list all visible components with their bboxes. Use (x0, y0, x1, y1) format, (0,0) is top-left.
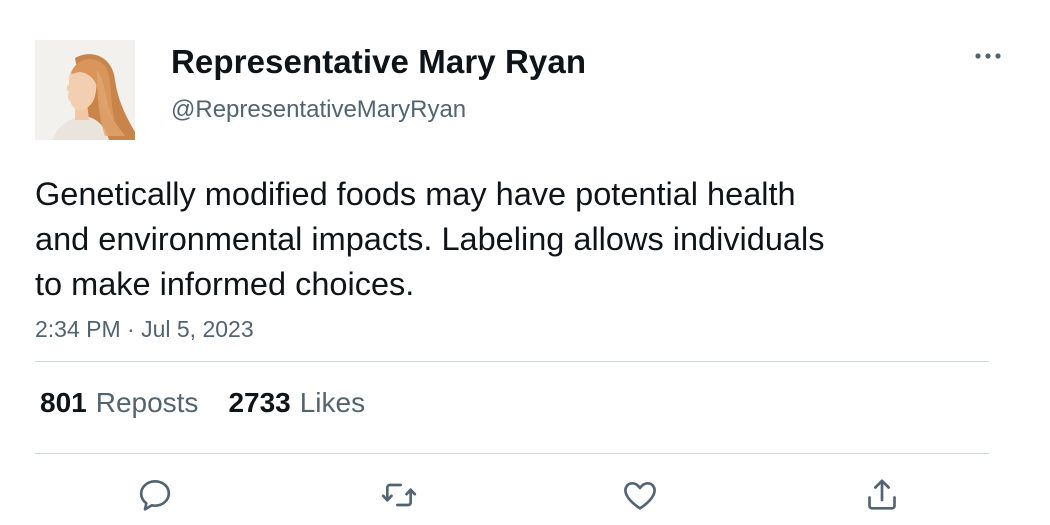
tweet-text: Genetically modified foods may have pote… (35, 176, 825, 302)
repost-button[interactable] (377, 473, 421, 517)
reply-button[interactable] (133, 473, 177, 517)
tweet-timestamp[interactable]: 2:34 PM · Jul 5, 2023 (35, 316, 254, 343)
tweet-card: Representative Mary Ryan @Representative… (0, 0, 1050, 525)
likes-count: 2733 (228, 387, 291, 418)
avatar-image (35, 40, 135, 140)
repost-icon (381, 483, 417, 507)
divider (35, 453, 989, 454)
likes-label: Likes (299, 387, 366, 418)
author-handle[interactable]: @RepresentativeMaryRyan (171, 96, 466, 124)
share-icon (868, 479, 896, 510)
heart-icon (624, 482, 656, 510)
reply-icon (139, 480, 171, 511)
more-icon (975, 53, 1001, 59)
more-options-button[interactable] (970, 44, 1006, 68)
like-button[interactable] (618, 473, 662, 517)
likes-stat[interactable]: 2733 Likes (228, 387, 365, 419)
share-button[interactable] (860, 473, 904, 517)
avatar[interactable] (35, 40, 135, 140)
reposts-stat[interactable]: 801 Reposts (40, 387, 198, 419)
engagement-stats: 801 Reposts 2733 Likes (40, 387, 365, 419)
author-display-name[interactable]: Representative Mary Ryan (171, 43, 586, 81)
reposts-count: 801 (40, 387, 87, 418)
reposts-label: Reposts (95, 387, 199, 418)
divider (35, 361, 989, 362)
